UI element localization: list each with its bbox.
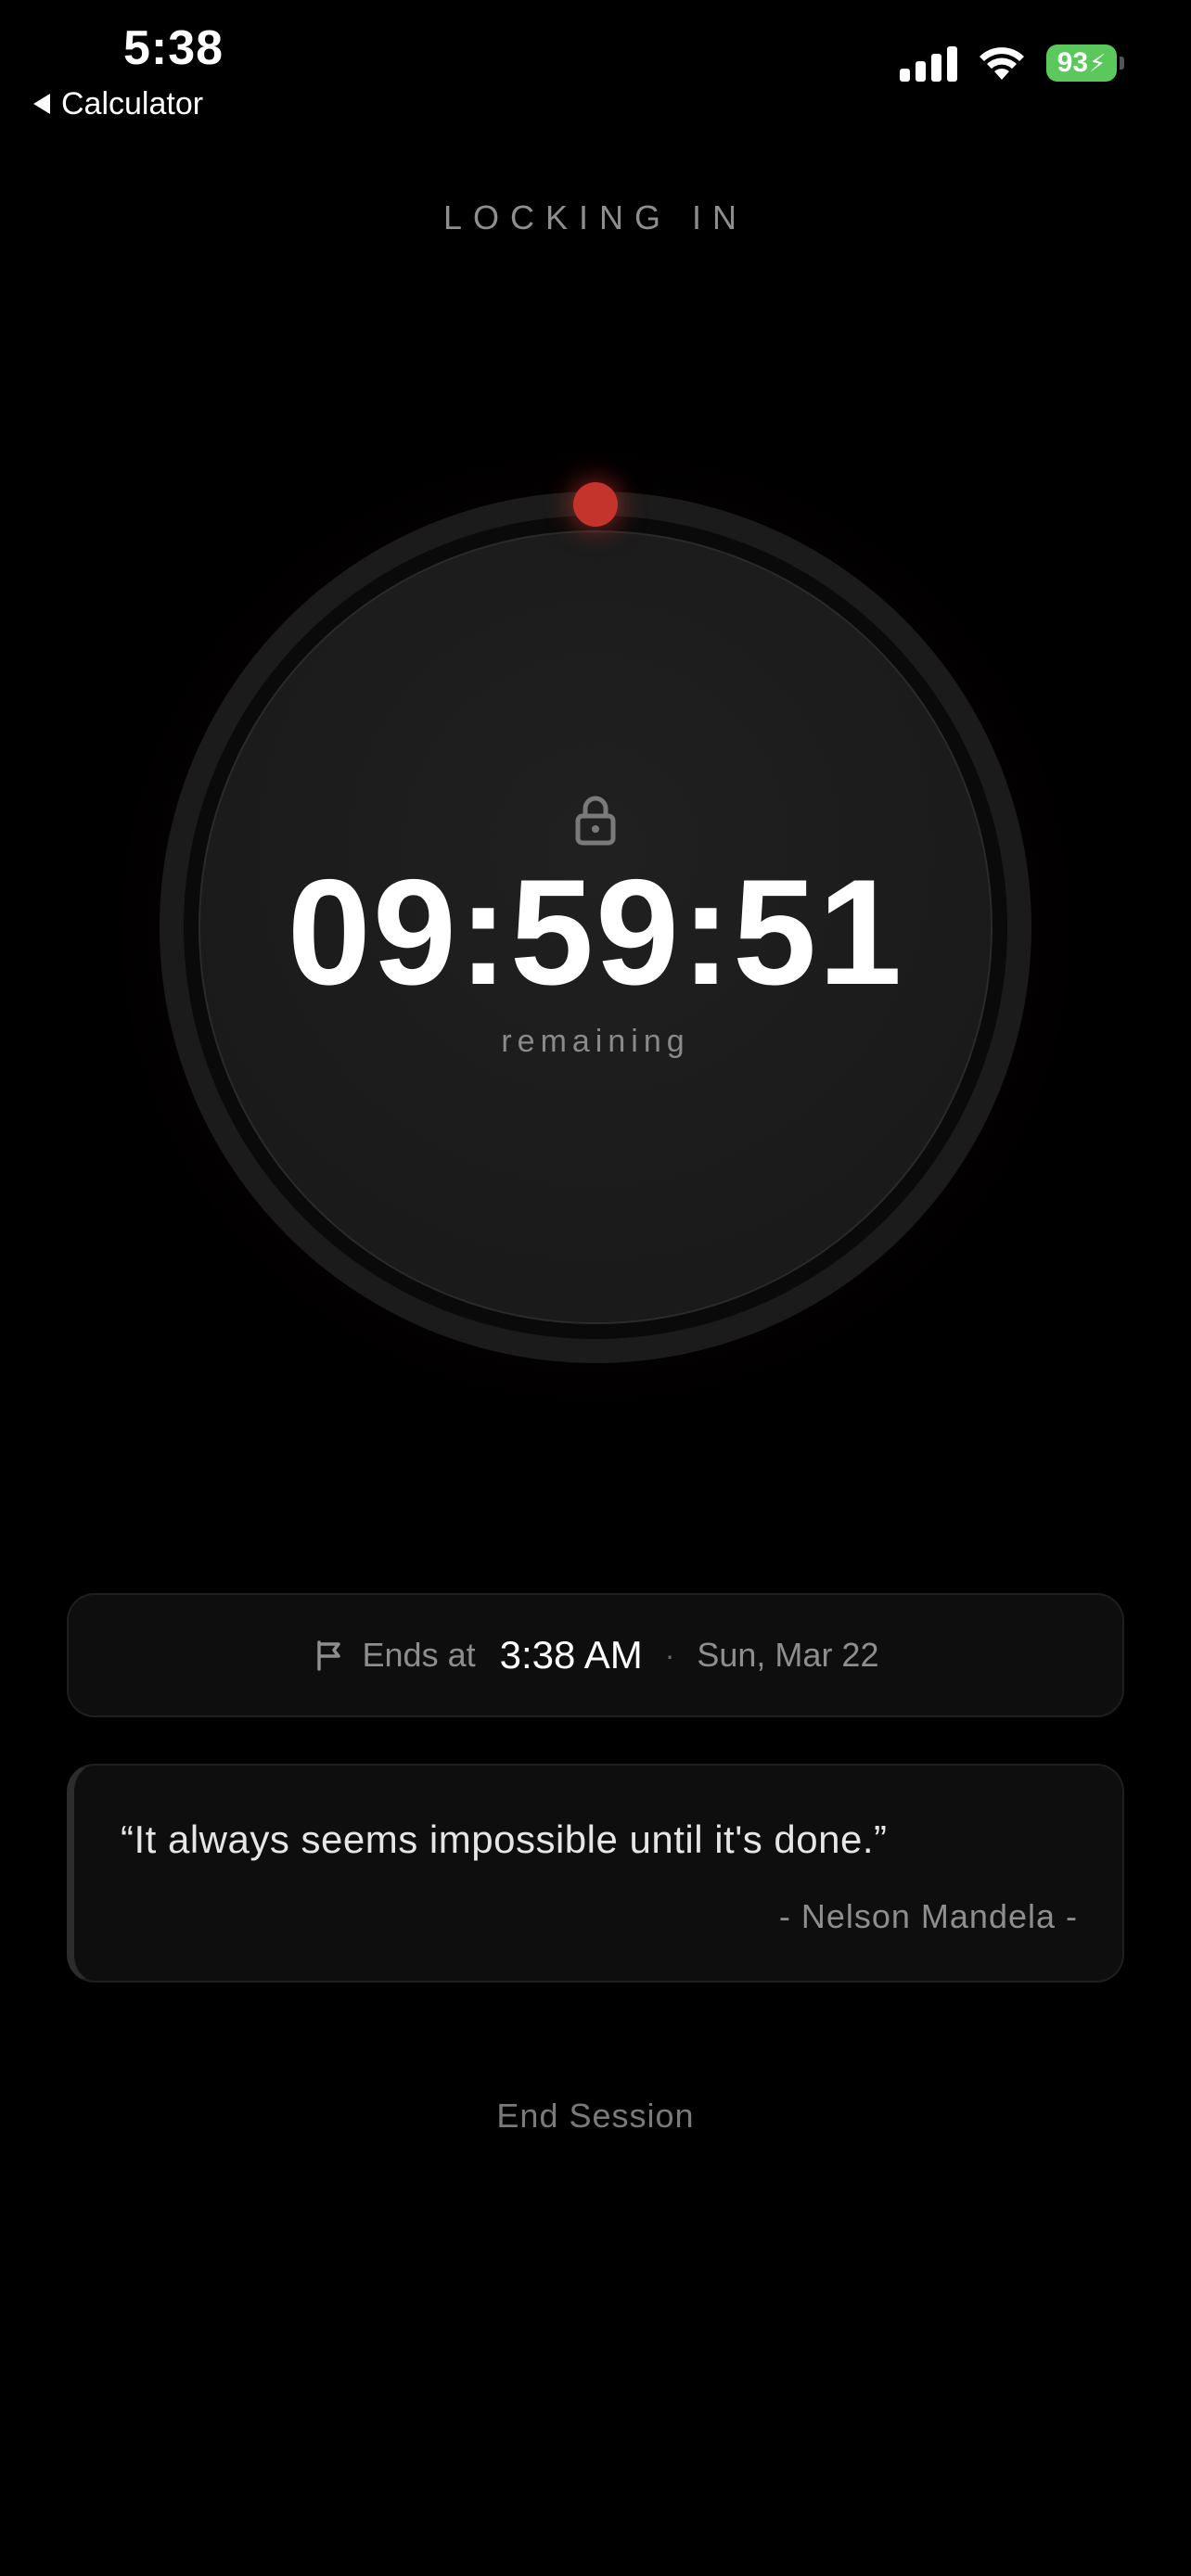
quote-author: - Nelson Mandela - [778, 1897, 1078, 1935]
ends-at-time: 3:38 AM [499, 1633, 643, 1677]
countdown-timer: 09:59:51 [287, 848, 904, 1016]
status-time: 5:38 [123, 21, 224, 75]
ends-separator: · [664, 1638, 675, 1672]
battery-icon: 93 ⚡ [1046, 45, 1124, 82]
back-to-app-link[interactable]: Calculator [33, 83, 203, 124]
battery-level: 93 [1057, 47, 1089, 78]
progress-indicator-dot [573, 482, 618, 527]
page-title: LOCKING IN [442, 198, 749, 236]
lock-icon [575, 796, 616, 846]
ends-at-label: Ends at [362, 1636, 476, 1674]
charging-bolt-icon: ⚡ [1089, 48, 1107, 77]
flag-icon [316, 1640, 340, 1671]
ends-at-date: Sun, Mar 22 [697, 1636, 879, 1674]
quote-text: “It always seems impossible until it's d… [121, 1817, 888, 1861]
status-indicators: 93 ⚡ [900, 45, 1124, 82]
back-arrow-icon [33, 94, 50, 114]
end-session-button[interactable]: End Session [0, 2096, 1191, 2136]
quote-card: “It always seems impossible until it's d… [67, 1764, 1124, 1983]
remaining-label: remaining [501, 1024, 690, 1059]
signal-icon [900, 45, 957, 82]
wifi-icon [980, 47, 1024, 80]
back-app-label: Calculator [61, 85, 204, 121]
session-end-card: Ends at 3:38 AM · Sun, Mar 22 [67, 1593, 1124, 1717]
